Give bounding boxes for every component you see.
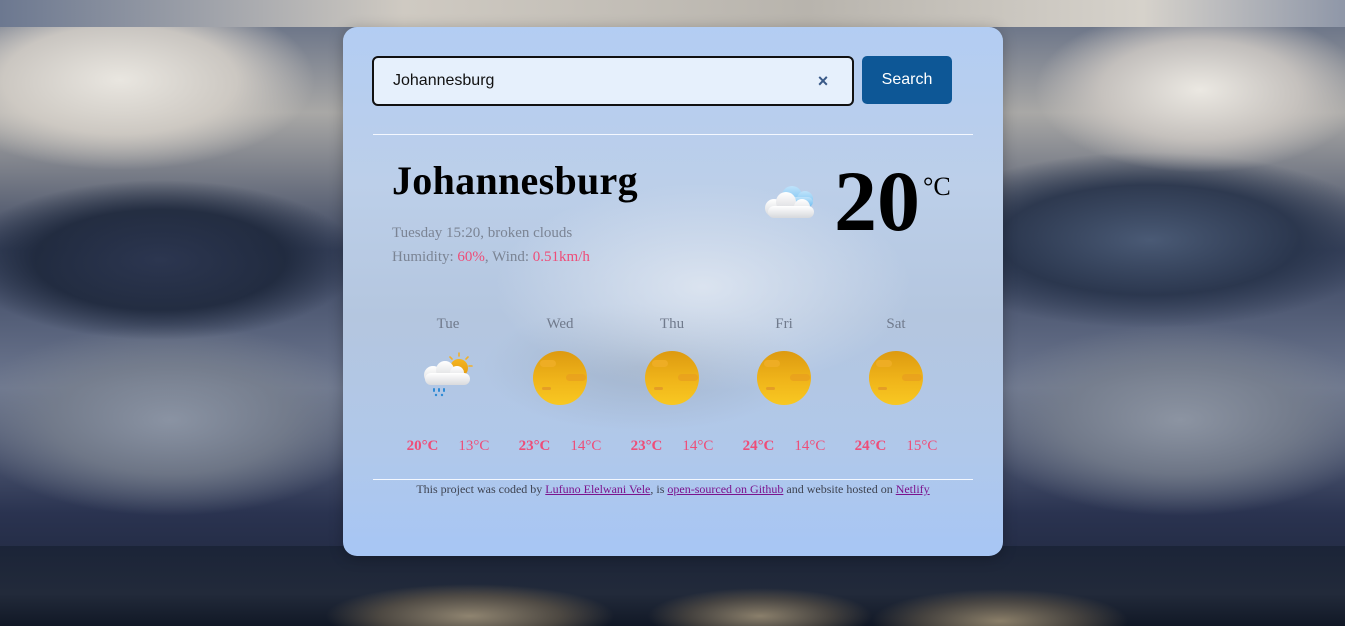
forecast-day: Tue 20°C 13°C <box>392 314 504 455</box>
city-name: Johannesburg <box>392 158 638 203</box>
wind-value: 0.51km/h <box>532 249 590 265</box>
sun-icon <box>757 351 811 405</box>
footer-text: This project was coded by <box>416 482 546 496</box>
humidity-value: 60% <box>457 249 485 265</box>
weather-card: × Search Johannesburg Tuesday 15:20, bro… <box>343 27 1003 556</box>
author-link[interactable]: Lufuno Elelwani Vele <box>545 482 650 496</box>
broken-clouds-icon <box>765 186 814 218</box>
temperature-unit[interactable]: °C <box>923 172 951 202</box>
forecast-max-temp: 24°C <box>854 438 887 454</box>
rain-sun-cloud-icon <box>424 352 473 397</box>
wind-label: , Wind: <box>484 249 533 265</box>
forecast-min-temp: 13°C <box>458 438 490 454</box>
forecast-day-name: Fri <box>775 316 793 332</box>
forecast-max-temp: 23°C <box>630 438 663 454</box>
github-link[interactable]: open-sourced on Github <box>667 482 783 496</box>
search-input-wrapper: × <box>372 56 854 106</box>
forecast-max-temp: 24°C <box>742 438 775 454</box>
footer-text: and website hosted on <box>783 482 896 496</box>
forecast-day: Thu 23°C 14°C <box>616 314 728 455</box>
search-form: × Search <box>372 56 952 106</box>
footer-text: , is <box>650 482 668 496</box>
forecast-min-temp: 14°C <box>794 438 826 454</box>
background-mountains <box>0 546 1345 626</box>
forecast-max-temp: 23°C <box>518 438 551 454</box>
forecast-day-name: Sat <box>886 316 906 332</box>
search-input[interactable] <box>374 58 852 104</box>
forecast-max-temp: 20°C <box>406 438 439 454</box>
weather-details: Tuesday 15:20, broken clouds Humidity: 6… <box>392 221 590 269</box>
date-description: Tuesday 15:20, broken clouds <box>392 225 573 241</box>
forecast-day: Wed 23°C 14°C <box>504 314 616 455</box>
forecast-min-temp: 14°C <box>570 438 602 454</box>
humidity-label: Humidity: <box>392 249 458 265</box>
top-divider <box>373 134 973 135</box>
forecast-min-temp: 14°C <box>682 438 714 454</box>
background-top-band <box>0 0 1345 27</box>
footer: This project was coded by Lufuno Elelwan… <box>343 482 1003 497</box>
forecast-day-name: Thu <box>659 316 685 332</box>
sun-icon <box>645 351 699 405</box>
humidity-wind: Humidity: 60%, Wind: 0.51km/h <box>392 245 590 269</box>
clear-search-icon[interactable]: × <box>814 72 832 90</box>
forecast: Tue 20°C 13°C Wed 23°C 14°C Thu 23°C 14°… <box>392 314 952 455</box>
current-temperature: 20 <box>834 153 920 249</box>
netlify-link[interactable]: Netlify <box>896 482 930 496</box>
forecast-min-temp: 15°C <box>906 438 938 454</box>
search-button[interactable]: Search <box>862 56 952 104</box>
forecast-day-name: Wed <box>546 316 574 332</box>
sun-icon <box>869 351 923 405</box>
sun-icon <box>533 351 587 405</box>
footer-divider <box>373 479 973 480</box>
forecast-day: Fri 24°C 14°C <box>728 314 840 455</box>
forecast-day-name: Tue <box>436 316 460 332</box>
forecast-day: Sat 24°C 15°C <box>840 314 952 455</box>
